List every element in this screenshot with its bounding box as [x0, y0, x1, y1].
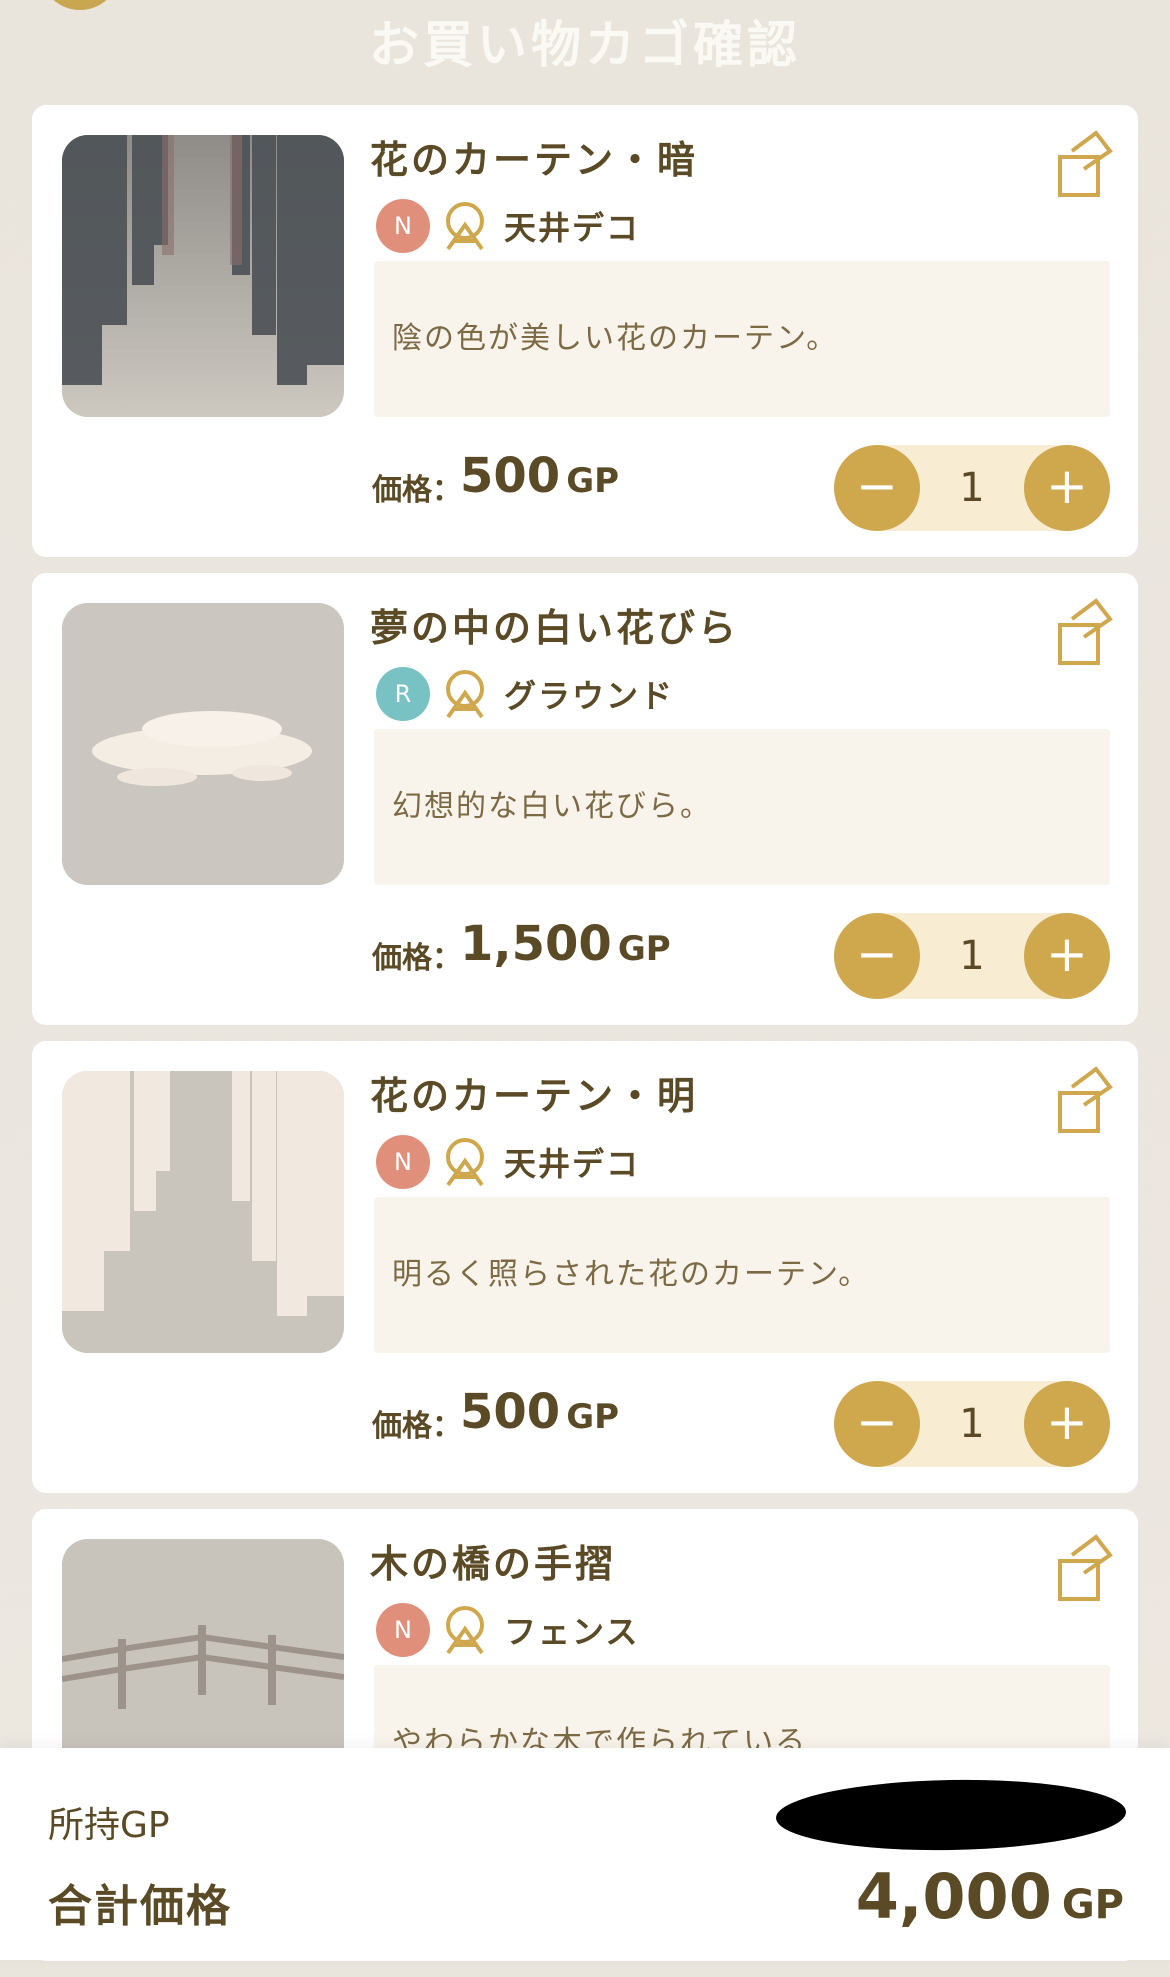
cart-item-card: 花のカーテン・明 N 天井デコ 明るく照らされた花のカーテン。 価格： 500 G… — [32, 1041, 1138, 1493]
item-category: 天井デコ — [504, 1145, 641, 1183]
trash-icon[interactable] — [1054, 597, 1114, 667]
item-category: グラウンド — [504, 677, 675, 715]
price-amount: 1,500 — [460, 916, 612, 972]
item-price: 1,500 GP — [460, 916, 671, 972]
item-thumbnail — [62, 603, 344, 885]
item-category: 天井デコ — [504, 209, 641, 247]
quantity-stepper: − 1 + — [834, 913, 1136, 999]
item-category: フェンス — [504, 1613, 640, 1651]
deco-category-icon — [446, 202, 484, 251]
total-price: 4,000 GP — [856, 1860, 1124, 1933]
total-amount: 4,000 — [855, 1860, 1052, 1933]
item-meta: N 天井デコ — [376, 197, 640, 255]
item-description: 陰の色が美しい花のカーテン。 — [374, 261, 1110, 417]
item-price: 500 GP — [460, 448, 619, 504]
decrease-quantity-button[interactable]: − — [834, 445, 920, 531]
deco-category-icon — [446, 670, 484, 719]
cart-list: 花のカーテン・暗 N 天井デコ 陰の色が美しい花のカーテン。 価格： 500 GP… — [32, 105, 1138, 1977]
deco-category-icon — [446, 1138, 484, 1187]
increase-quantity-button[interactable]: + — [1024, 445, 1110, 531]
price-currency: GP — [617, 929, 671, 969]
item-name: 木の橋の手摺 — [370, 1542, 617, 1586]
price-currency: GP — [566, 461, 620, 501]
trash-icon[interactable] — [1054, 129, 1114, 199]
owned-gp-label: 所持GP — [48, 1805, 170, 1846]
decrease-quantity-button[interactable]: − — [834, 1381, 920, 1467]
rarity-badge: N — [376, 1135, 430, 1189]
item-meta: N 天井デコ — [376, 1133, 640, 1191]
price-label: 価格： — [372, 473, 462, 508]
page-title: お買い物カゴ確認 — [369, 16, 801, 74]
total-currency: GP — [1061, 1882, 1124, 1928]
quantity-value: 1 — [959, 1401, 985, 1447]
trash-icon[interactable] — [1054, 1065, 1114, 1135]
price-label: 価格： — [372, 941, 462, 976]
trash-icon[interactable] — [1054, 1533, 1114, 1603]
price-amount: 500 — [460, 1384, 561, 1440]
cart-item-card: 夢の中の白い花びら R グラウンド 幻想的な白い花びら。 価格： 1,500 GP… — [32, 573, 1138, 1025]
price-label: 価格： — [372, 1409, 462, 1444]
item-name: 花のカーテン・暗 — [370, 138, 699, 182]
owned-gp-value-redacted — [775, 1776, 1127, 1854]
light-flower-curtain-image — [62, 1071, 344, 1353]
item-meta: R グラウンド — [376, 665, 674, 723]
increase-quantity-button[interactable]: + — [1024, 913, 1110, 999]
item-description: 明るく照らされた花のカーテン。 — [374, 1197, 1110, 1353]
decrease-quantity-button[interactable]: − — [834, 913, 920, 999]
item-name: 夢の中の白い花びら — [370, 606, 740, 650]
rarity-badge: N — [376, 1603, 430, 1657]
quantity-value: 1 — [959, 465, 985, 511]
price-amount: 500 — [460, 448, 561, 504]
item-name: 花のカーテン・明 — [370, 1074, 699, 1118]
increase-quantity-button[interactable]: + — [1024, 1381, 1110, 1467]
white-petals-image — [62, 603, 344, 885]
item-thumbnail — [62, 1071, 344, 1353]
rarity-badge: R — [376, 667, 430, 721]
cart-item-card: 花のカーテン・暗 N 天井デコ 陰の色が美しい花のカーテン。 価格： 500 GP… — [32, 105, 1138, 557]
quantity-stepper: − 1 + — [834, 1381, 1136, 1467]
price-currency: GP — [566, 1397, 620, 1437]
quantity-stepper: − 1 + — [834, 445, 1136, 531]
item-description: 幻想的な白い花びら。 — [374, 729, 1110, 885]
item-thumbnail — [62, 135, 344, 417]
item-meta: N フェンス — [376, 1601, 639, 1659]
rarity-badge: N — [376, 199, 430, 253]
quantity-value: 1 — [959, 933, 985, 979]
dark-flower-curtain-image — [62, 135, 344, 417]
deco-category-icon — [446, 1606, 484, 1655]
cart-summary-footer: 所持GP 合計価格 4,000 GP — [0, 1748, 1170, 1960]
total-price-label: 合計価格 — [48, 1881, 232, 1932]
item-price: 500 GP — [460, 1384, 619, 1440]
